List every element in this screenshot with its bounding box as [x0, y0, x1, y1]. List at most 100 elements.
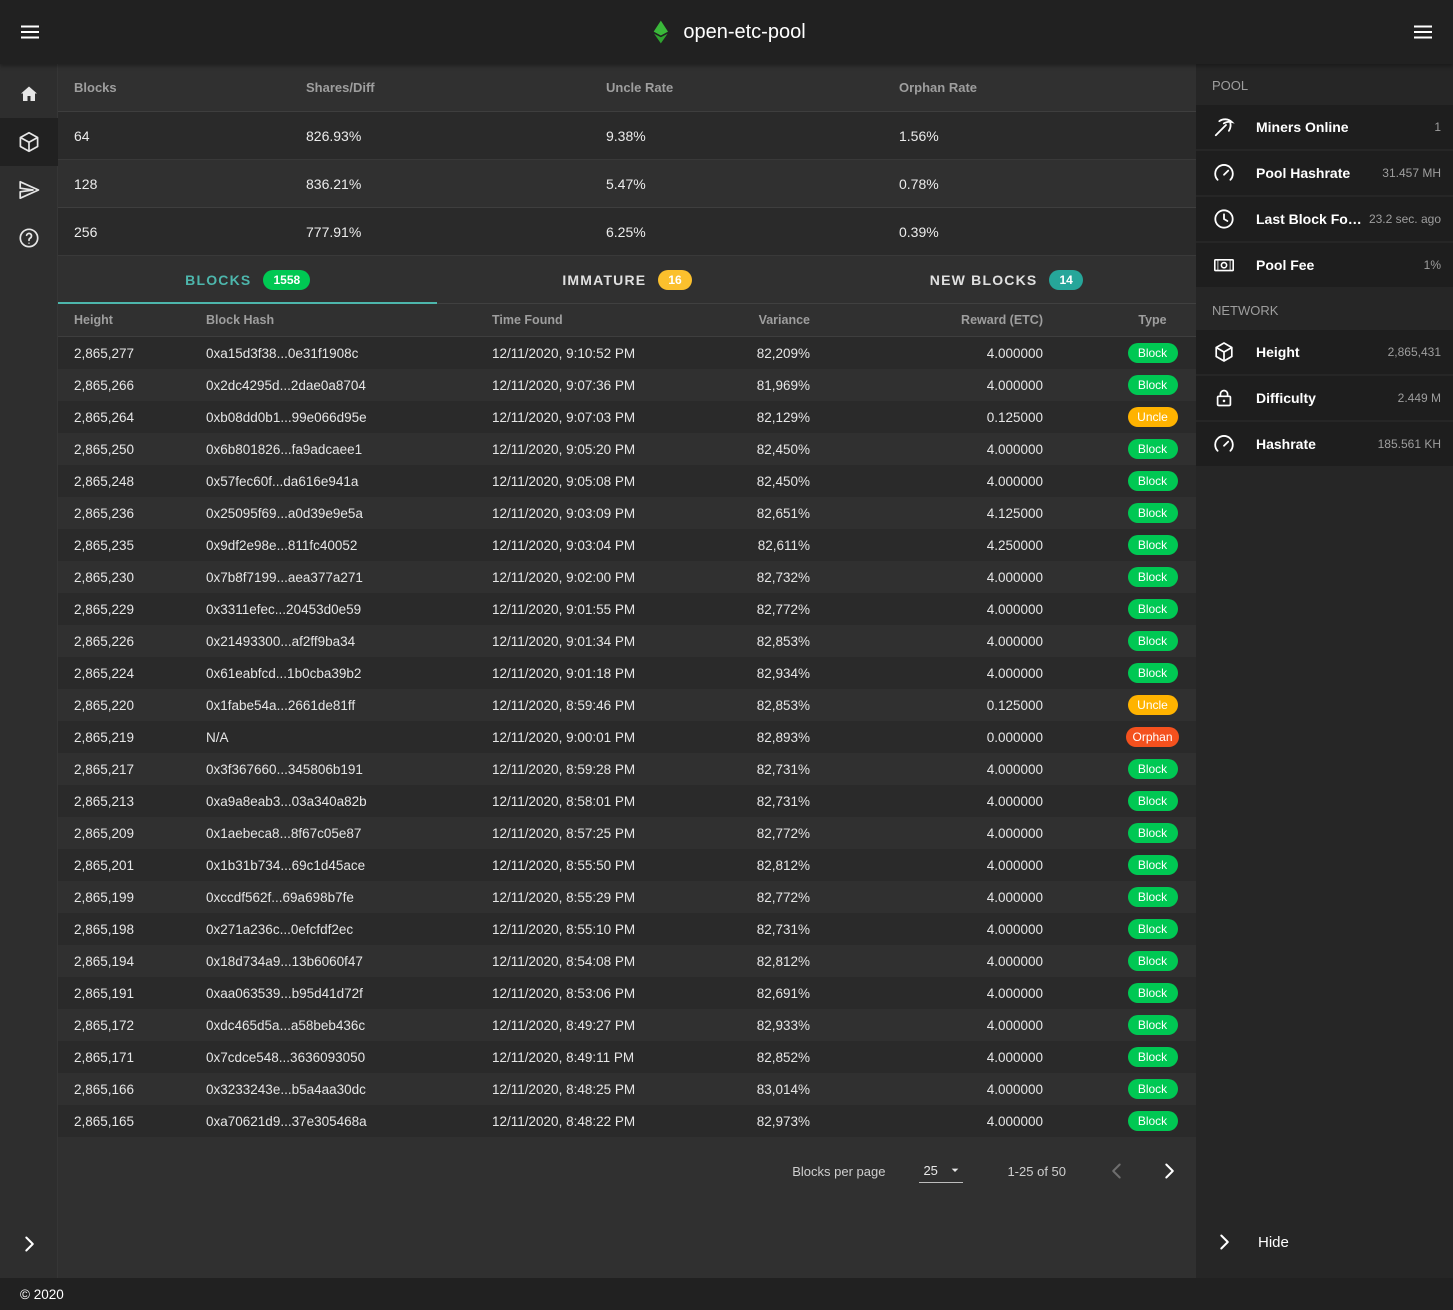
block-reward: 0.125000: [826, 410, 1059, 425]
block-hash: N/A: [190, 730, 476, 745]
blocks-table: HeightBlock HashTime FoundVarianceReward…: [58, 304, 1196, 1137]
block-reward: 4.000000: [826, 346, 1059, 361]
block-type: Uncle: [1059, 695, 1196, 715]
blocks-table-header-row: HeightBlock HashTime FoundVarianceReward…: [58, 304, 1196, 337]
etc-logo-icon: [647, 19, 673, 45]
block-reward: 4.000000: [826, 570, 1059, 585]
menu-icon: [18, 20, 42, 44]
caret-down-icon: [947, 1162, 963, 1178]
block-reward: 4.000000: [826, 1050, 1059, 1065]
block-reward: 4.000000: [826, 442, 1059, 457]
info-item-difficulty: Difficulty2.449 M: [1196, 376, 1453, 420]
block-variance: 82,129%: [716, 410, 826, 425]
block-height: 2,865,172: [58, 1018, 190, 1033]
chevron-right-icon: [1157, 1159, 1181, 1183]
table-row: 2,865,2240x61eabfcd...1b0cba39b212/11/20…: [58, 657, 1196, 689]
block-time-found: 12/11/2020, 9:05:20 PM: [476, 442, 716, 457]
block-time-found: 12/11/2020, 9:10:52 PM: [476, 346, 716, 361]
block-type: Uncle: [1059, 407, 1196, 427]
block-height: 2,865,201: [58, 858, 190, 873]
block-type: Block: [1059, 983, 1196, 1003]
rail-expand-button[interactable]: [0, 1224, 58, 1264]
tab-label: BLOCKS: [185, 272, 251, 288]
block-height: 2,865,230: [58, 570, 190, 585]
block-type: Block: [1059, 599, 1196, 619]
block-time-found: 12/11/2020, 8:48:22 PM: [476, 1114, 716, 1129]
block-time-found: 12/11/2020, 8:54:08 PM: [476, 954, 716, 969]
block-variance: 82,772%: [716, 602, 826, 617]
info-item-value: 23.2 sec. ago: [1369, 212, 1441, 226]
block-type: Block: [1059, 663, 1196, 683]
block-type: Block: [1059, 375, 1196, 395]
block-height: 2,865,199: [58, 890, 190, 905]
block-time-found: 12/11/2020, 9:00:01 PM: [476, 730, 716, 745]
block-hash: 0x1fabe54a...2661de81ff: [190, 698, 476, 713]
block-type: Block: [1059, 343, 1196, 363]
block-type-chip: Block: [1128, 503, 1178, 523]
nav-payments[interactable]: [0, 166, 58, 214]
block-reward: 4.000000: [826, 1114, 1059, 1129]
blocks-col-header: Block Hash: [190, 313, 476, 327]
luck-stats-rows: 64826.93%9.38%1.56%128836.21%5.47%0.78%2…: [58, 112, 1196, 256]
tab-new-blocks[interactable]: NEW BLOCKS14: [817, 256, 1196, 303]
block-hash: 0x1aebeca8...8f67c05e87: [190, 826, 476, 841]
tab-blocks[interactable]: BLOCKS 1558: [58, 256, 437, 303]
block-type-chip: Block: [1128, 1111, 1178, 1131]
prev-page-button[interactable]: [1104, 1158, 1130, 1184]
block-height: 2,865,266: [58, 378, 190, 393]
sidebar-hide-button[interactable]: Hide: [1196, 1222, 1453, 1262]
block-reward: 4.000000: [826, 890, 1059, 905]
block-reward: 4.000000: [826, 858, 1059, 873]
next-page-button[interactable]: [1156, 1158, 1182, 1184]
tab-label: NEW BLOCKS: [930, 272, 1038, 288]
table-row: 2,865,1660x3233243e...b5a4aa30dc12/11/20…: [58, 1073, 1196, 1105]
network-items: Height2,865,431Difficulty2.449 MHashrate…: [1196, 330, 1453, 466]
block-time-found: 12/11/2020, 9:05:08 PM: [476, 474, 716, 489]
sidebar-toggle-button[interactable]: [1399, 8, 1447, 56]
block-type-chip: Block: [1128, 919, 1178, 939]
table-row: 2,865,2260x21493300...af2ff9ba3412/11/20…: [58, 625, 1196, 657]
block-type-chip: Block: [1128, 951, 1178, 971]
block-reward: 4.000000: [826, 794, 1059, 809]
block-hash: 0x6b801826...fa9adcaee1: [190, 442, 476, 457]
block-hash: 0xb08dd0b1...99e066d95e: [190, 410, 476, 425]
lock-icon: [1212, 386, 1236, 410]
info-item-miners-online: Miners Online1: [1196, 105, 1453, 149]
main-content: BlocksShares/DiffUncle RateOrphan Rate 6…: [58, 64, 1196, 1278]
info-item-label: Difficulty: [1256, 390, 1392, 406]
block-type-chip: Uncle: [1128, 695, 1178, 715]
block-height: 2,865,166: [58, 1082, 190, 1097]
rows-per-page-select[interactable]: 25: [919, 1159, 963, 1183]
blocks-table-rows: 2,865,2770xa15d3f38...0e31f1908c12/11/20…: [58, 337, 1196, 1137]
tab-immature[interactable]: IMMATURE16: [437, 256, 816, 303]
nav-blocks[interactable]: [0, 118, 58, 166]
block-height: 2,865,250: [58, 442, 190, 457]
home-icon: [17, 82, 41, 106]
block-time-found: 12/11/2020, 9:03:04 PM: [476, 538, 716, 553]
block-hash: 0x7cdce548...3636093050: [190, 1050, 476, 1065]
block-time-found: 12/11/2020, 9:07:03 PM: [476, 410, 716, 425]
block-variance: 82,812%: [716, 954, 826, 969]
copyright: © 2020: [20, 1287, 64, 1302]
nav-home[interactable]: [0, 70, 58, 118]
block-time-found: 12/11/2020, 8:53:06 PM: [476, 986, 716, 1001]
tab-badge: 1558: [263, 270, 310, 290]
chevron-left-icon: [1105, 1159, 1129, 1183]
block-hash: 0xa15d3f38...0e31f1908c: [190, 346, 476, 361]
table-row: 2,865,1940x18d734a9...13b6060f4712/11/20…: [58, 945, 1196, 977]
block-reward: 4.000000: [826, 1082, 1059, 1097]
menu-icon: [1411, 20, 1435, 44]
block-height: 2,865,209: [58, 826, 190, 841]
block-time-found: 12/11/2020, 9:07:36 PM: [476, 378, 716, 393]
menu-button[interactable]: [6, 8, 54, 56]
stats-col-header: Uncle Rate: [590, 80, 883, 95]
block-variance: 82,772%: [716, 826, 826, 841]
blocks-col-header: Variance: [716, 313, 826, 327]
table-row: 2,865,2200x1fabe54a...2661de81ff12/11/20…: [58, 689, 1196, 721]
block-variance: 82,772%: [716, 890, 826, 905]
block-time-found: 12/11/2020, 8:55:29 PM: [476, 890, 716, 905]
block-hash: 0x3f367660...345806b191: [190, 762, 476, 777]
info-item-label: Hashrate: [1256, 436, 1372, 452]
nav-help[interactable]: [0, 214, 58, 262]
table-row: 2,865,1910xaa063539...b95d41d72f12/11/20…: [58, 977, 1196, 1009]
